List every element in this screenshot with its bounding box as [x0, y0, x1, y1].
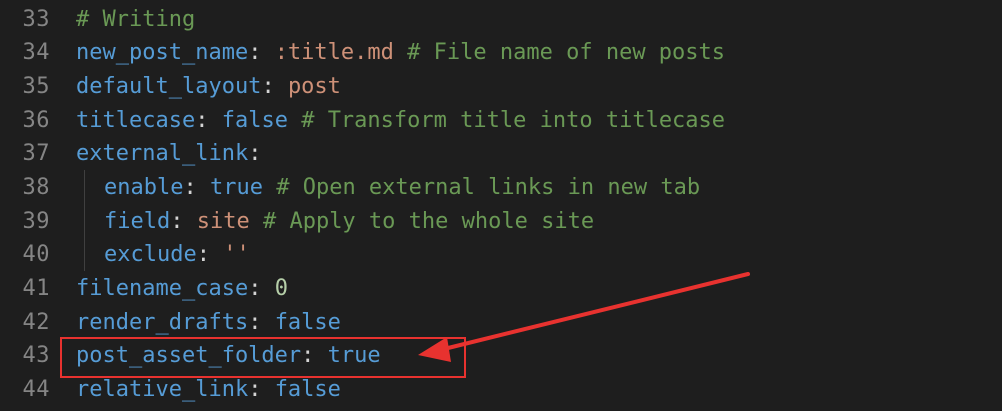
code-editor[interactable]: 33 # Writing 34 new_post_name: :title.md # … [0, 0, 1002, 411]
annotation-arrow-icon [418, 272, 750, 362]
